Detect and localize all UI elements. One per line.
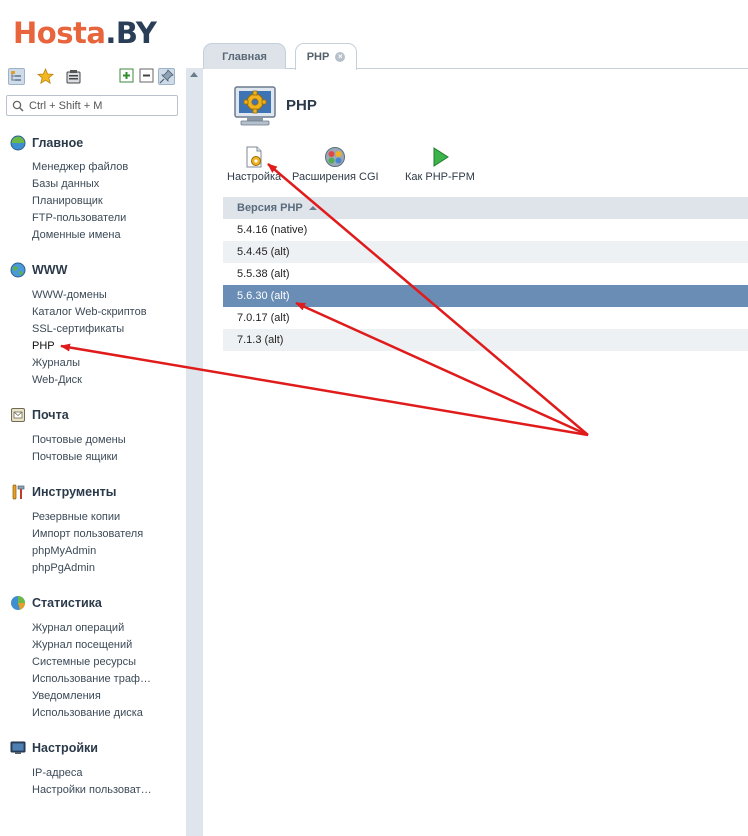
- table-row[interactable]: 5.5.38 (alt): [223, 263, 748, 285]
- sidebar-item-www-domains[interactable]: WWW-домены: [32, 288, 107, 302]
- hosta-logo[interactable]: Hosta.BY: [13, 15, 157, 51]
- sidebar-item-logs[interactable]: Журналы: [32, 356, 80, 370]
- left-panel: Hosta.BY Главное Менеджер файлов Базы да…: [0, 0, 186, 836]
- sidebar-toolbar: [8, 67, 178, 86]
- tree-view-icon[interactable]: [8, 68, 25, 85]
- favorites-star-icon[interactable]: [36, 67, 55, 85]
- sidebar-item-mailboxes[interactable]: Почтовые ящики: [32, 450, 118, 464]
- sidebar-item-backups[interactable]: Резервные копии: [32, 510, 120, 524]
- collapse-all-icon[interactable]: [139, 68, 156, 85]
- section-main[interactable]: Главное: [10, 135, 83, 151]
- sidebar-item-web-disk[interactable]: Web-Диск: [32, 373, 82, 387]
- scroll-up-arrow-icon[interactable]: [190, 72, 198, 77]
- sidebar-item-domain-names[interactable]: Доменные имена: [32, 228, 121, 242]
- tab-php[interactable]: PHP ×: [295, 43, 357, 70]
- search-input[interactable]: [29, 98, 174, 113]
- sidebar-item-ip-addresses[interactable]: IP-адреса: [32, 766, 82, 780]
- sidebar-item-user-settings[interactable]: Настройки пользоват…: [32, 783, 152, 797]
- sidebar-item-scheduler[interactable]: Планировщик: [32, 194, 103, 208]
- section-www[interactable]: WWW: [10, 262, 67, 278]
- search-icon: [12, 100, 24, 112]
- settings-button[interactable]: Настройка: [227, 146, 281, 183]
- sidebar-item-mail-domains[interactable]: Почтовые домены: [32, 433, 126, 447]
- table-row-selected[interactable]: 5.6.30 (alt): [223, 285, 748, 307]
- sidebar-item-notifications[interactable]: Уведомления: [32, 689, 101, 703]
- sort-ascending-icon: [308, 206, 317, 210]
- page-title: PHP: [286, 97, 317, 114]
- section-statistics[interactable]: Статистика: [10, 595, 102, 611]
- sidebar-item-databases[interactable]: Базы данных: [32, 177, 99, 191]
- table-row[interactable]: 5.4.16 (native): [223, 219, 748, 241]
- expand-all-icon[interactable]: [119, 68, 136, 85]
- table-row[interactable]: 7.1.3 (alt): [223, 329, 748, 351]
- section-settings[interactable]: Настройки: [10, 740, 98, 756]
- sidebar-scrollbar[interactable]: [186, 68, 203, 836]
- pin-icon[interactable]: [158, 68, 175, 85]
- settings-section-icon: [10, 741, 26, 754]
- play-icon: [433, 147, 449, 167]
- home-section-icon: [10, 135, 26, 151]
- sidebar-item-phppgadmin[interactable]: phpPgAdmin: [32, 561, 95, 575]
- sidebar-item-visits-log[interactable]: Журнал посещений: [32, 638, 132, 652]
- sidebar-item-phpmyadmin[interactable]: phpMyAdmin: [32, 544, 96, 558]
- table-row[interactable]: 5.4.45 (alt): [223, 241, 748, 263]
- section-tools[interactable]: Инструменты: [10, 484, 116, 500]
- sidebar-item-traffic-usage[interactable]: Использование траф…: [32, 672, 151, 686]
- sidebar-item-ftp-users[interactable]: FTP-пользователи: [32, 211, 126, 225]
- sidebar-item-ssl-certificates[interactable]: SSL-сертификаты: [32, 322, 124, 336]
- cgi-extensions-button[interactable]: Расширения CGI: [292, 146, 379, 183]
- sidebar-item-web-scripts[interactable]: Каталог Web-скриптов: [32, 305, 147, 319]
- column-header-php-version[interactable]: Версия PHP: [223, 197, 748, 219]
- sidebar-item-disk-usage[interactable]: Использование диска: [32, 706, 143, 720]
- sidebar-item-system-resources[interactable]: Системные ресурсы: [32, 655, 136, 669]
- mail-section-icon: [11, 408, 25, 422]
- tools-section-icon: [12, 484, 25, 500]
- search-box[interactable]: [6, 95, 178, 116]
- extensions-icon: [325, 147, 346, 167]
- tab-main[interactable]: Главная: [203, 43, 286, 69]
- sidebar-item-php[interactable]: PHP: [32, 339, 55, 353]
- close-tab-icon[interactable]: ×: [335, 52, 346, 62]
- section-mail[interactable]: Почта: [10, 407, 69, 423]
- pie-chart-section-icon: [11, 596, 25, 610]
- globe-section-icon: [10, 262, 26, 278]
- table-row[interactable]: 7.0.17 (alt): [223, 307, 748, 329]
- php-monitor-gear-icon: [234, 86, 276, 126]
- php-versions-table: Версия PHP 5.4.16 (native) 5.4.45 (alt) …: [223, 197, 748, 351]
- sidebar-item-operations-log[interactable]: Журнал операций: [32, 621, 124, 635]
- php-fpm-button[interactable]: Как PHP-FPM: [405, 146, 475, 183]
- dashboard-icon[interactable]: [65, 68, 82, 85]
- sidebar-item-file-manager[interactable]: Менеджер файлов: [32, 160, 128, 174]
- settings-doc-icon: [246, 146, 262, 168]
- sidebar-item-user-import[interactable]: Импорт пользователя: [32, 527, 143, 541]
